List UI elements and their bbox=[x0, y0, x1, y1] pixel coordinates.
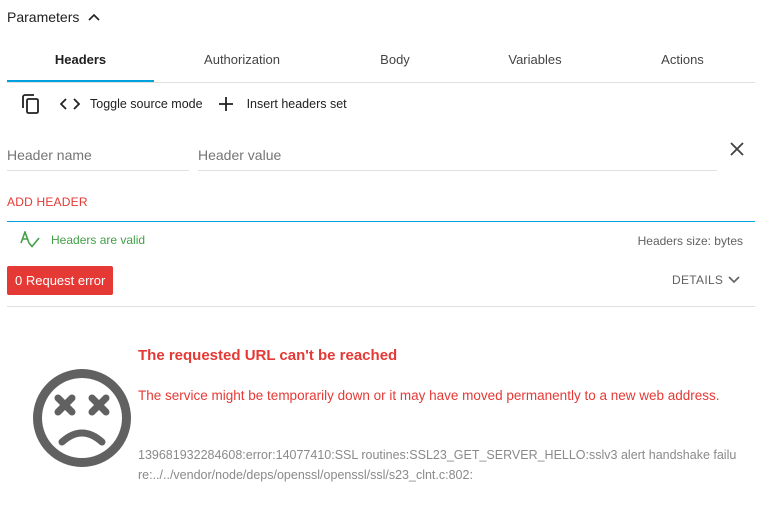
tab-actions[interactable]: Actions bbox=[610, 44, 755, 82]
header-value-field bbox=[198, 142, 717, 171]
chevron-up-icon bbox=[88, 13, 100, 21]
sad-face-icon bbox=[33, 369, 131, 467]
section-divider bbox=[7, 306, 755, 307]
toggle-source-mode-button[interactable]: Toggle source mode bbox=[60, 97, 203, 111]
error-title: The requested URL can't be reached bbox=[138, 347, 398, 364]
tab-headers[interactable]: Headers bbox=[7, 44, 154, 82]
tab-body[interactable]: Body bbox=[330, 44, 460, 82]
active-tab-indicator bbox=[7, 80, 154, 82]
details-toggle[interactable]: DETAILS bbox=[672, 273, 740, 287]
chevron-down-icon bbox=[728, 276, 740, 284]
parameters-toggle[interactable]: Parameters bbox=[7, 9, 100, 25]
tab-authorization[interactable]: Authorization bbox=[154, 44, 330, 82]
tab-bar: Headers Authorization Body Variables Act… bbox=[7, 44, 755, 83]
header-name-input[interactable] bbox=[7, 142, 189, 168]
parameters-title: Parameters bbox=[7, 9, 80, 25]
copy-button[interactable] bbox=[22, 94, 40, 114]
error-message: The service might be temporarily down or… bbox=[138, 388, 720, 403]
remove-header-icon[interactable] bbox=[728, 140, 746, 158]
plus-icon bbox=[218, 97, 233, 111]
insert-headers-set-button[interactable]: Insert headers set bbox=[218, 97, 347, 111]
code-icon bbox=[60, 98, 80, 110]
error-detail: 139681932284608:error:14077410:SSL routi… bbox=[138, 448, 737, 482]
insert-headers-set-label: Insert headers set bbox=[246, 97, 347, 111]
header-name-field bbox=[7, 142, 189, 171]
validation-text: Headers are valid bbox=[51, 233, 146, 247]
toggle-source-mode-label: Toggle source mode bbox=[90, 97, 203, 111]
add-header-button[interactable]: ADD HEADER bbox=[7, 195, 88, 209]
headers-size-text: Headers size: bytes bbox=[637, 234, 743, 248]
headers-toolbar: Toggle source mode Insert headers set bbox=[22, 92, 347, 116]
form-divider bbox=[7, 221, 755, 222]
details-label: DETAILS bbox=[672, 273, 724, 287]
header-value-input[interactable] bbox=[198, 142, 717, 168]
copy-icon bbox=[22, 94, 39, 114]
tab-variables[interactable]: Variables bbox=[460, 44, 610, 82]
spellcheck-icon bbox=[20, 231, 40, 248]
validation-status: Headers are valid bbox=[20, 231, 145, 249]
request-error-badge[interactable]: 0 Request error bbox=[7, 266, 114, 295]
